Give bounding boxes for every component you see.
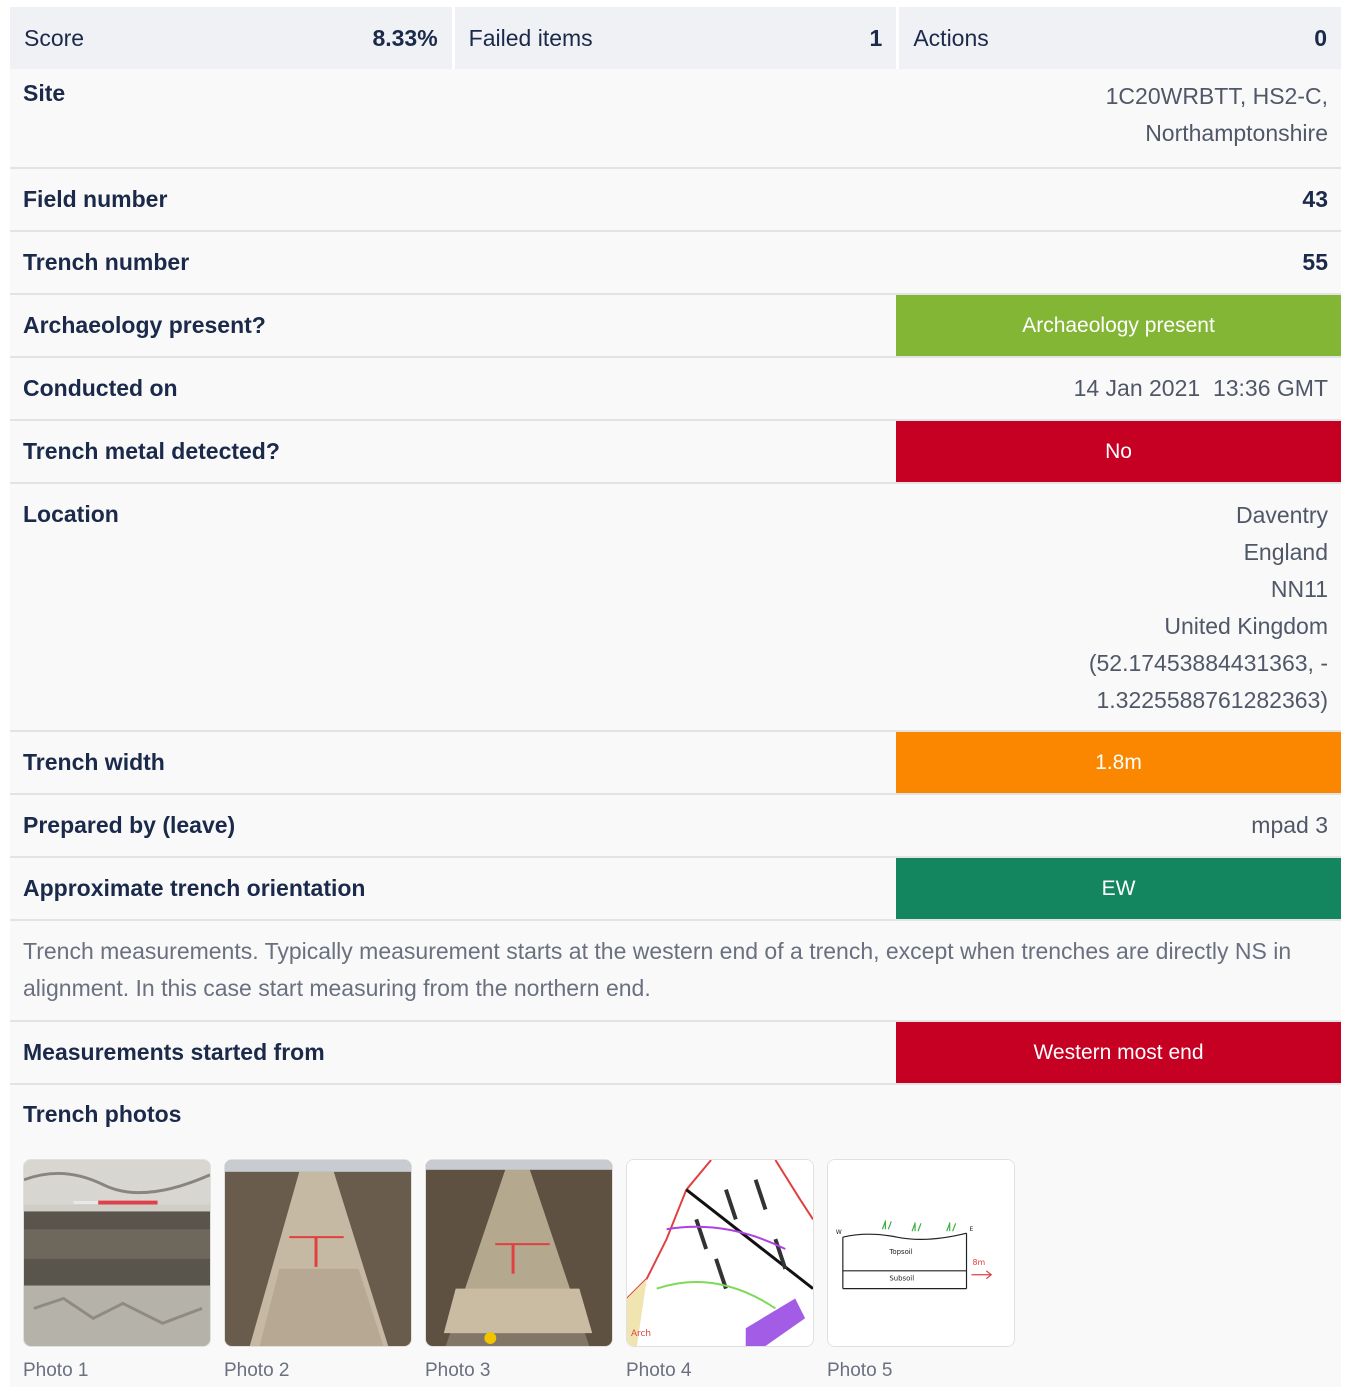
photo-caption: Photo 4 <box>626 1360 692 1381</box>
conducted-value: 14 Jan 2021 13:36 GMT <box>1073 375 1328 401</box>
photo-caption: Photo 3 <box>425 1360 491 1381</box>
field-measurements-start: Measurements started from Western most e… <box>10 1022 1341 1085</box>
location-line3: NN11 <box>1270 576 1328 602</box>
photo-gallery: Photo 1 Photo 2 Photo 3 Arch Photo 4 Top… <box>10 1159 1341 1382</box>
conducted-label: Conducted on <box>23 375 178 401</box>
site-value: 1C20WRBTT, HS2-C, Northamptonshire <box>1106 69 1341 152</box>
photo-caption: Photo 5 <box>827 1360 893 1381</box>
sketch-topsoil-label: Topsoil <box>888 1248 912 1256</box>
width-badge: 1.8m <box>896 732 1341 793</box>
sketch-length-label: 8m <box>972 1258 985 1267</box>
photo-5-image: Topsoil Subsoil W E 8m <box>828 1160 1014 1346</box>
score-cell: Score 8.33% <box>10 7 452 69</box>
field-archaeology-present: Archaeology present? Archaeology present <box>10 295 1341 358</box>
field-trench-width: Trench width 1.8m <box>10 732 1341 795</box>
location-line4: United Kingdom <box>1164 613 1328 639</box>
photo-2-image <box>225 1160 411 1346</box>
archaeology-label: Archaeology present? <box>23 312 266 338</box>
metal-badge: No <box>896 421 1341 482</box>
field-number-value: 43 <box>1302 186 1328 212</box>
archaeology-badge: Archaeology present <box>896 295 1341 356</box>
orientation-label: Approximate trench orientation <box>23 875 366 901</box>
location-value: Daventry England NN11 United Kingdom (52… <box>1089 484 1341 719</box>
score-value: 8.33% <box>372 24 438 51</box>
actions-value: 0 <box>1314 24 1328 51</box>
trench-number-value: 55 <box>1302 249 1328 275</box>
score-label: Score <box>24 24 85 51</box>
photo-caption: Photo 2 <box>224 1360 290 1381</box>
photo-thumbnail[interactable] <box>23 1159 211 1347</box>
summary-bar: Score 8.33% Failed items 1 Actions 0 <box>10 7 1342 69</box>
actions-cell[interactable]: Actions 0 <box>899 7 1342 69</box>
sketch-west-label: W <box>836 1229 842 1236</box>
photo-thumbnail[interactable]: Arch <box>626 1159 814 1347</box>
location-line6: 1.3225588761282363) <box>1096 687 1328 713</box>
field-prepared-by: Prepared by (leave) mpad 3 <box>10 795 1341 858</box>
metal-label: Trench metal detected? <box>23 438 280 464</box>
measurement-instructions: Trench measurements. Typically measureme… <box>10 921 1341 1022</box>
sketch-subsoil-label: Subsoil <box>889 1275 914 1283</box>
actions-label: Actions <box>913 24 989 51</box>
photo-item[interactable]: Photo 1 <box>23 1159 211 1382</box>
sketch-east-label: E <box>969 1226 973 1233</box>
width-label: Trench width <box>23 749 165 775</box>
location-label: Location <box>23 501 119 527</box>
orientation-badge: EW <box>896 858 1341 919</box>
photos-section: Trench photos Photo 1 Photo 2 Photo 3 Ar… <box>10 1085 1341 1387</box>
field-trench-number: Trench number 55 <box>10 232 1341 295</box>
site-value-line1: 1C20WRBTT, HS2-C, <box>1105 83 1328 109</box>
photo-caption: Photo 1 <box>23 1360 89 1381</box>
location-line1: Daventry <box>1235 502 1328 528</box>
prepared-label: Prepared by (leave) <box>23 812 236 838</box>
field-location: Location Daventry England NN11 United Ki… <box>10 484 1341 732</box>
site-value-line2: Northamptonshire <box>1145 120 1328 146</box>
field-field-number: Field number 43 <box>10 169 1341 232</box>
failed-items-value: 1 <box>869 24 883 51</box>
photo-thumbnail[interactable] <box>425 1159 613 1347</box>
photo-thumbnail[interactable] <box>224 1159 412 1347</box>
failed-items-label: Failed items <box>468 24 593 51</box>
measurements-badge: Western most end <box>896 1022 1341 1083</box>
photo-item[interactable]: Photo 2 <box>224 1159 412 1382</box>
measurements-label: Measurements started from <box>23 1039 325 1065</box>
field-conducted-on: Conducted on 14 Jan 2021 13:36 GMT <box>10 358 1341 421</box>
photo-item[interactable]: Photo 3 <box>425 1159 613 1382</box>
report-fields: Site 1C20WRBTT, HS2-C, Northamptonshire … <box>10 69 1341 1387</box>
location-line5: (52.17453884431363, - <box>1088 650 1328 676</box>
photos-title: Trench photos <box>23 1101 182 1127</box>
photo-4-image: Arch <box>627 1160 813 1346</box>
field-orientation: Approximate trench orientation EW <box>10 858 1341 921</box>
trench-number-label: Trench number <box>23 249 190 275</box>
field-site: Site 1C20WRBTT, HS2-C, Northamptonshire <box>10 69 1341 169</box>
sketch-arch-label: Arch <box>631 1329 651 1339</box>
site-label: Site <box>23 80 66 106</box>
prepared-value: mpad 3 <box>1251 812 1328 838</box>
photo-thumbnail[interactable]: Topsoil Subsoil W E 8m <box>827 1159 1015 1347</box>
field-number-label: Field number <box>23 186 168 212</box>
inspection-report: Score 8.33% Failed items 1 Actions 0 Sit… <box>10 7 1342 1387</box>
photo-3-image <box>426 1160 612 1346</box>
field-metal-detected: Trench metal detected? No <box>10 421 1341 484</box>
failed-items-cell[interactable]: Failed items 1 <box>454 7 897 69</box>
photo-item[interactable]: Arch Photo 4 <box>626 1159 814 1382</box>
photo-item[interactable]: Topsoil Subsoil W E 8m Photo 5 <box>827 1159 1015 1382</box>
location-line2: England <box>1243 539 1328 565</box>
photo-1-image <box>24 1160 210 1346</box>
